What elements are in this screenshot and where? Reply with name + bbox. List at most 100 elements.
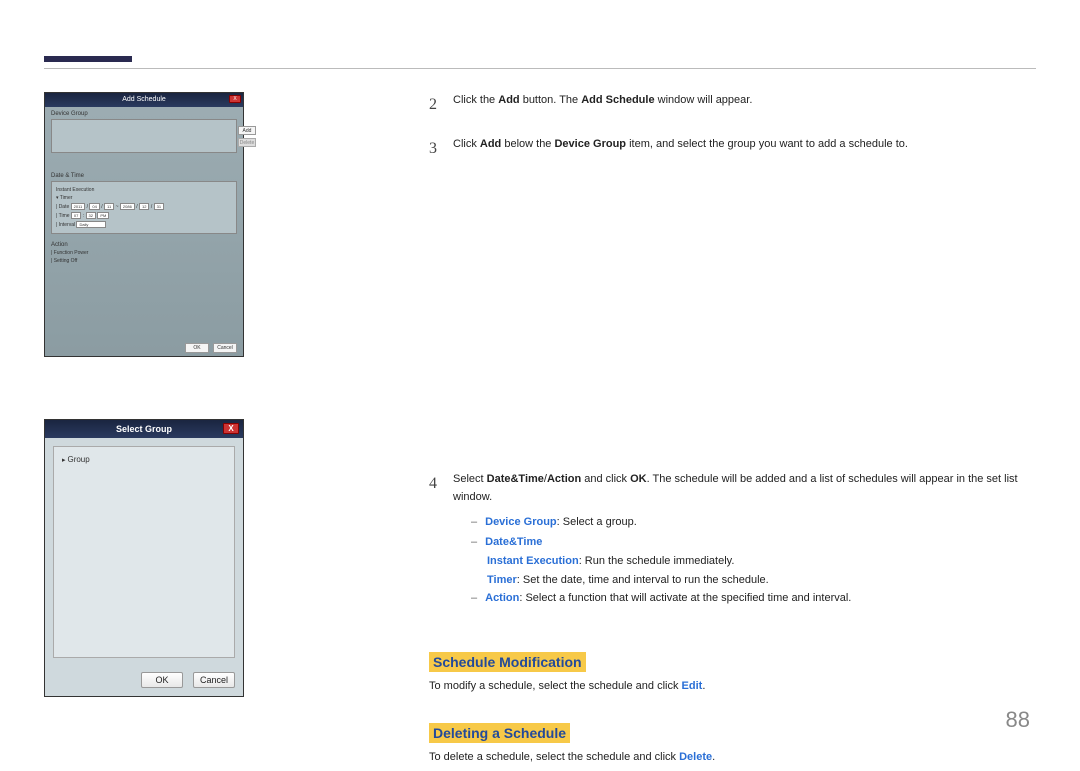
- device-group-panel: Add Delete: [51, 119, 237, 153]
- interval-row: | Interval Daily: [56, 221, 232, 228]
- bold-text: Device Group: [554, 138, 626, 150]
- step-2: 2 Click the Add button. The Add Schedule…: [429, 92, 1036, 118]
- delete-button[interactable]: Delete: [238, 138, 256, 147]
- date-month2[interactable]: 12: [139, 203, 149, 210]
- text: button. The: [520, 94, 582, 106]
- key: Timer: [487, 574, 517, 586]
- text: Click: [453, 138, 480, 150]
- action-label: Action: [51, 242, 237, 248]
- screenshots-column: Add Schedule X Device Group Add Delete D…: [44, 92, 244, 771]
- bold-text: Action: [547, 473, 581, 485]
- text: and click: [581, 473, 630, 485]
- timer-row: ▾ Timer: [56, 195, 232, 201]
- sub-bullet-timer: Timer: Set the date, time and interval t…: [487, 572, 1036, 589]
- bold-text: Delete: [679, 751, 712, 763]
- text: .: [702, 680, 705, 692]
- step-body: Click the Add button. The Add Schedule w…: [453, 92, 1036, 118]
- val: : Select a function that will activate a…: [519, 592, 851, 604]
- ok-button[interactable]: OK: [141, 672, 183, 688]
- bullet-dash: –: [471, 534, 477, 551]
- key: Instant Execution: [487, 555, 579, 567]
- dialog-footer: OK Cancel: [185, 343, 237, 353]
- step-3: 3 Click Add below the Device Group item,…: [429, 136, 1036, 162]
- date-row: | Date 2011 / 04 / 11 ~ 2086 / 12 / 31: [56, 203, 232, 210]
- bullet-dash: –: [471, 514, 477, 531]
- add-schedule-screenshot: Add Schedule X Device Group Add Delete D…: [44, 92, 244, 357]
- bold-text: OK: [630, 473, 647, 485]
- instant-execution-row: Instant Execution: [56, 187, 232, 193]
- bold-text: Add: [480, 138, 501, 150]
- date-day[interactable]: 11: [104, 203, 114, 210]
- key: Device Group: [485, 516, 557, 528]
- val: : Set the date, time and interval to run…: [517, 574, 769, 586]
- date-sep: ~: [116, 204, 119, 210]
- bold-text: Add Schedule: [581, 94, 654, 106]
- close-icon[interactable]: X: [223, 423, 239, 434]
- action-panel: | Function Power | Setting Off: [51, 250, 237, 264]
- time-hour[interactable]: 07: [71, 212, 81, 219]
- bold-text: Edit: [682, 680, 703, 692]
- step-4: 4 Select Date&Time/Action and click OK. …: [429, 471, 1036, 610]
- time-label: | Time: [56, 213, 70, 219]
- date-year[interactable]: 2011: [71, 203, 86, 210]
- step-number: 3: [429, 136, 443, 162]
- ok-button[interactable]: OK: [185, 343, 209, 353]
- date-day2[interactable]: 31: [154, 203, 164, 210]
- add-button[interactable]: Add: [238, 126, 256, 135]
- date-time-label: Date & Time: [51, 173, 237, 179]
- text: Click the: [453, 94, 498, 106]
- step-body: Click Add below the Device Group item, a…: [453, 136, 1036, 162]
- content-area: Add Schedule X Device Group Add Delete D…: [44, 92, 1036, 771]
- setting-select[interactable]: Off: [71, 258, 78, 264]
- bullet-action: – Action: Select a function that will ac…: [471, 590, 1036, 607]
- time-ampm[interactable]: PM: [97, 212, 109, 219]
- bullet-body: Action: Select a function that will acti…: [485, 590, 851, 607]
- device-group-label: Device Group: [51, 111, 237, 117]
- step-number: 4: [429, 471, 443, 610]
- dialog-title: Add Schedule: [122, 96, 166, 103]
- key: Date&Time: [485, 534, 542, 551]
- function-row: | Function Power: [51, 250, 237, 256]
- time-min[interactable]: 32: [86, 212, 96, 219]
- time-row: | Time 07 : 32 PM: [56, 212, 232, 219]
- date-label: | Date: [56, 204, 69, 210]
- deleting-schedule-section: Deleting a Schedule To delete a schedule…: [429, 699, 1036, 767]
- group-tree-item[interactable]: Group: [62, 455, 226, 464]
- text: Select: [453, 473, 487, 485]
- header-divider: [44, 68, 1036, 69]
- date-month[interactable]: 04: [89, 203, 99, 210]
- date-time-panel: Instant Execution ▾ Timer | Date 2011 / …: [51, 181, 237, 234]
- text: .: [712, 751, 715, 763]
- text: To modify a schedule, select the schedul…: [429, 680, 682, 692]
- text: below the: [501, 138, 554, 150]
- cancel-button[interactable]: Cancel: [193, 672, 235, 688]
- setting-label: | Setting: [51, 258, 69, 264]
- section-body: To modify a schedule, select the schedul…: [429, 678, 1036, 696]
- dialog-title-bar: Add Schedule X: [45, 93, 243, 107]
- dialog-title-bar: Select Group X: [45, 420, 243, 438]
- interval-label: | Interval: [56, 222, 75, 228]
- bold-text: Add: [498, 94, 519, 106]
- sub-bullet-instant: Instant Execution: Run the schedule imme…: [487, 553, 1036, 570]
- cancel-button[interactable]: Cancel: [213, 343, 237, 353]
- section-heading: Deleting a Schedule: [429, 723, 570, 743]
- section-body: To delete a schedule, select the schedul…: [429, 749, 1036, 767]
- bullet-body: Device Group: Select a group.: [485, 514, 637, 531]
- bullet-list: – Device Group: Select a group. – Date&T…: [471, 514, 1036, 607]
- key: Action: [485, 592, 519, 604]
- text: To delete a schedule, select the schedul…: [429, 751, 679, 763]
- function-label: | Function: [51, 250, 73, 256]
- instructions-column: 2 Click the Add button. The Add Schedule…: [429, 92, 1036, 771]
- section-heading: Schedule Modification: [429, 652, 586, 672]
- spacer: [429, 179, 1036, 471]
- close-icon[interactable]: X: [229, 95, 241, 103]
- date-year2[interactable]: 2086: [120, 203, 135, 210]
- schedule-modification-section: Schedule Modification To modify a schedu…: [429, 628, 1036, 696]
- interval-select[interactable]: Daily: [76, 221, 106, 228]
- function-select[interactable]: Power: [74, 250, 88, 256]
- step-number: 2: [429, 92, 443, 118]
- bullet-device-group: – Device Group: Select a group.: [471, 514, 1036, 531]
- select-group-screenshot: Select Group X Group OK Cancel: [44, 419, 244, 697]
- val: : Run the schedule immediately.: [579, 555, 735, 567]
- step-body: Select Date&Time/Action and click OK. Th…: [453, 471, 1036, 610]
